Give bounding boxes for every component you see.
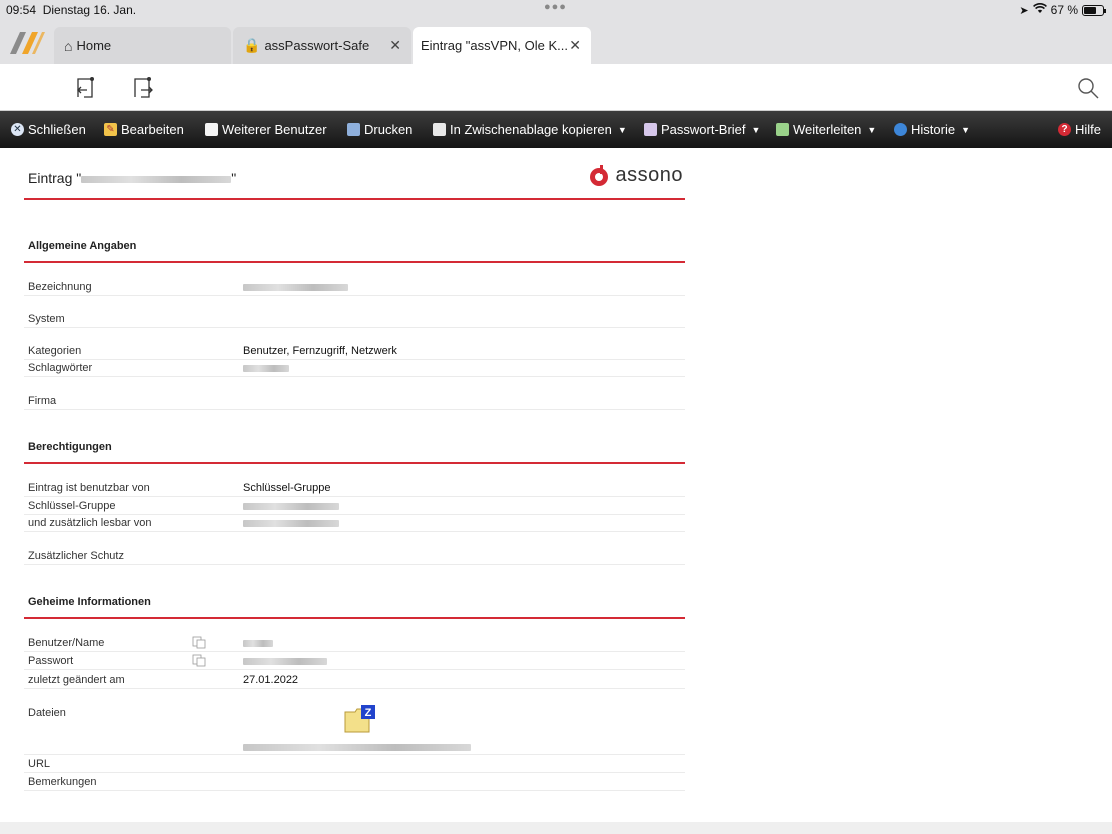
browser-toolbar [0, 64, 1112, 111]
copy-icon[interactable] [192, 636, 206, 649]
brand-name: assono [615, 164, 683, 186]
tab-passwort-safe[interactable]: 🔒 assPasswort-Safe ✕ [233, 27, 411, 64]
menu-schliessen[interactable]: ✕ Schließen [11, 122, 86, 137]
bottom-strip [0, 822, 1112, 834]
section-title-permissions: Berechtigungen [28, 441, 112, 453]
menu-drucken[interactable]: Drucken [347, 122, 412, 137]
field-system: System [24, 310, 685, 328]
close-tab-icon[interactable]: ✕ [569, 37, 581, 54]
close-tab-icon[interactable]: ✕ [389, 37, 401, 54]
app-logo-icon[interactable] [8, 28, 46, 58]
letter-icon [644, 123, 657, 136]
redacted-value [243, 365, 289, 372]
section-divider [24, 617, 685, 619]
menu-label: Bearbeiten [121, 122, 184, 137]
section-divider [24, 261, 685, 263]
tab-label: Home [76, 38, 112, 53]
chevron-down-icon: ▼ [867, 124, 877, 135]
status-date: Dienstag 16. Jan. [42, 3, 137, 17]
help-icon: ? [1058, 123, 1071, 136]
field-kategorien: Kategorien Benutzer, Fernzugriff, Netzwe… [24, 342, 685, 360]
chevron-down-icon: ▼ [961, 124, 970, 135]
battery-icon [1082, 4, 1106, 16]
wifi-icon [1032, 3, 1047, 17]
menu-zwischenablage[interactable]: In Zwischenablage kopieren ▼ [433, 122, 627, 137]
tab-bar: ⌂ Home 🔒 assPasswort-Safe ✕ Eintrag "ass… [0, 22, 1112, 64]
redacted-value [243, 503, 339, 510]
section-divider [24, 462, 685, 464]
close-circle-icon: ✕ [11, 123, 24, 136]
field-bemerkungen: Bemerkungen [24, 773, 685, 791]
copy-icon [433, 123, 446, 136]
location-icon: ➤ [1019, 4, 1029, 17]
forward-icon [776, 123, 789, 136]
home-icon: ⌂ [64, 37, 73, 54]
redacted-value [81, 175, 232, 183]
status-time: 09:54 [6, 3, 37, 17]
field-bezeichnung: Bezeichnung [24, 278, 685, 296]
field-firma: Firma [24, 392, 685, 410]
history-icon [894, 123, 907, 136]
section-title-secret: Geheime Informationen [28, 596, 151, 608]
field-benutzer-name: Benutzer/Name [24, 634, 685, 652]
redacted-value [243, 640, 273, 647]
redacted-value [243, 284, 348, 291]
menu-label: Historie [911, 122, 956, 137]
chevron-down-icon: ▼ [751, 124, 761, 135]
menu-label: Passwort-Brief [661, 122, 746, 137]
menu-passwort-brief[interactable]: Passwort-Brief ▼ [644, 122, 760, 137]
menu-label: In Zwischenablage kopieren [450, 122, 612, 137]
document-icon [205, 123, 218, 136]
redacted-value [243, 658, 327, 665]
copy-icon[interactable] [192, 654, 206, 667]
menu-bar: ✕ Schließen ✎ Bearbeiten Weiterer Benutz… [0, 111, 1112, 148]
field-schluessel-gruppe: Schlüssel-Gruppe [24, 497, 685, 515]
print-icon [347, 123, 360, 136]
status-time-date: 09:54 Dienstag 16. Jan. [6, 3, 136, 17]
section-title-general: Allgemeine Angaben [28, 240, 137, 252]
menu-bearbeiten[interactable]: ✎ Bearbeiten [104, 122, 184, 137]
entry-header: Eintrag " " assono [24, 148, 685, 200]
assono-logo: assono [588, 164, 684, 187]
logout-icon[interactable] [131, 76, 155, 100]
tab-entry[interactable]: Eintrag "assVPN, Ole K... ✕ [413, 27, 591, 64]
tab-label: Eintrag "assVPN, Ole K... [421, 38, 568, 53]
assono-logo-icon [589, 164, 608, 186]
redacted-file-name[interactable] [243, 744, 471, 751]
safe-icon: 🔒 [243, 37, 261, 53]
tab-home[interactable]: ⌂ Home [54, 27, 231, 64]
field-schlagwoerter: Schlagwörter [24, 359, 685, 377]
edit-icon: ✎ [104, 123, 117, 136]
field-zusaetzlicher-schutz: Zusätzlicher Schutz [24, 547, 685, 565]
menu-historie[interactable]: Historie ▼ [894, 122, 970, 137]
menu-label: Schließen [28, 122, 86, 137]
tab-label: assPasswort-Safe [264, 38, 370, 53]
status-indicators: ➤ 67 % [1019, 3, 1106, 17]
field-dateien: Dateien Z [24, 704, 685, 755]
multitasking-dots-icon[interactable]: ●●● [544, 1, 567, 13]
zip-file-icon[interactable]: Z [343, 704, 377, 734]
svg-text:Z: Z [365, 707, 372, 719]
battery-percent: 67 % [1050, 3, 1078, 17]
menu-label: Hilfe [1075, 122, 1102, 137]
login-icon[interactable] [74, 76, 98, 100]
menu-label: Weiterer Benutzer [222, 122, 327, 137]
menu-label: Weiterleiten [793, 122, 862, 137]
menu-weiterer-benutzer[interactable]: Weiterer Benutzer [205, 122, 327, 137]
search-icon[interactable] [1076, 76, 1100, 100]
menu-hilfe[interactable]: ? Hilfe [1058, 122, 1101, 137]
status-bar: 09:54 Dienstag 16. Jan. ●●● ➤ 67 % [0, 0, 1112, 22]
field-zuletzt-geaendert: zuletzt geändert am 27.01.2022 [24, 671, 685, 689]
menu-label: Drucken [364, 122, 413, 137]
field-url: URL [24, 755, 685, 773]
menu-weiterleiten[interactable]: Weiterleiten ▼ [776, 122, 876, 137]
redacted-value [243, 520, 339, 527]
field-benutzbar-von: Eintrag ist benutzbar von Schlüssel-Grup… [24, 479, 685, 497]
chevron-down-icon: ▼ [617, 124, 627, 135]
entry-title: Eintrag " " [28, 170, 237, 186]
field-passwort: Passwort [24, 652, 685, 670]
field-lesbar-von: und zusätzlich lesbar von [24, 514, 685, 532]
